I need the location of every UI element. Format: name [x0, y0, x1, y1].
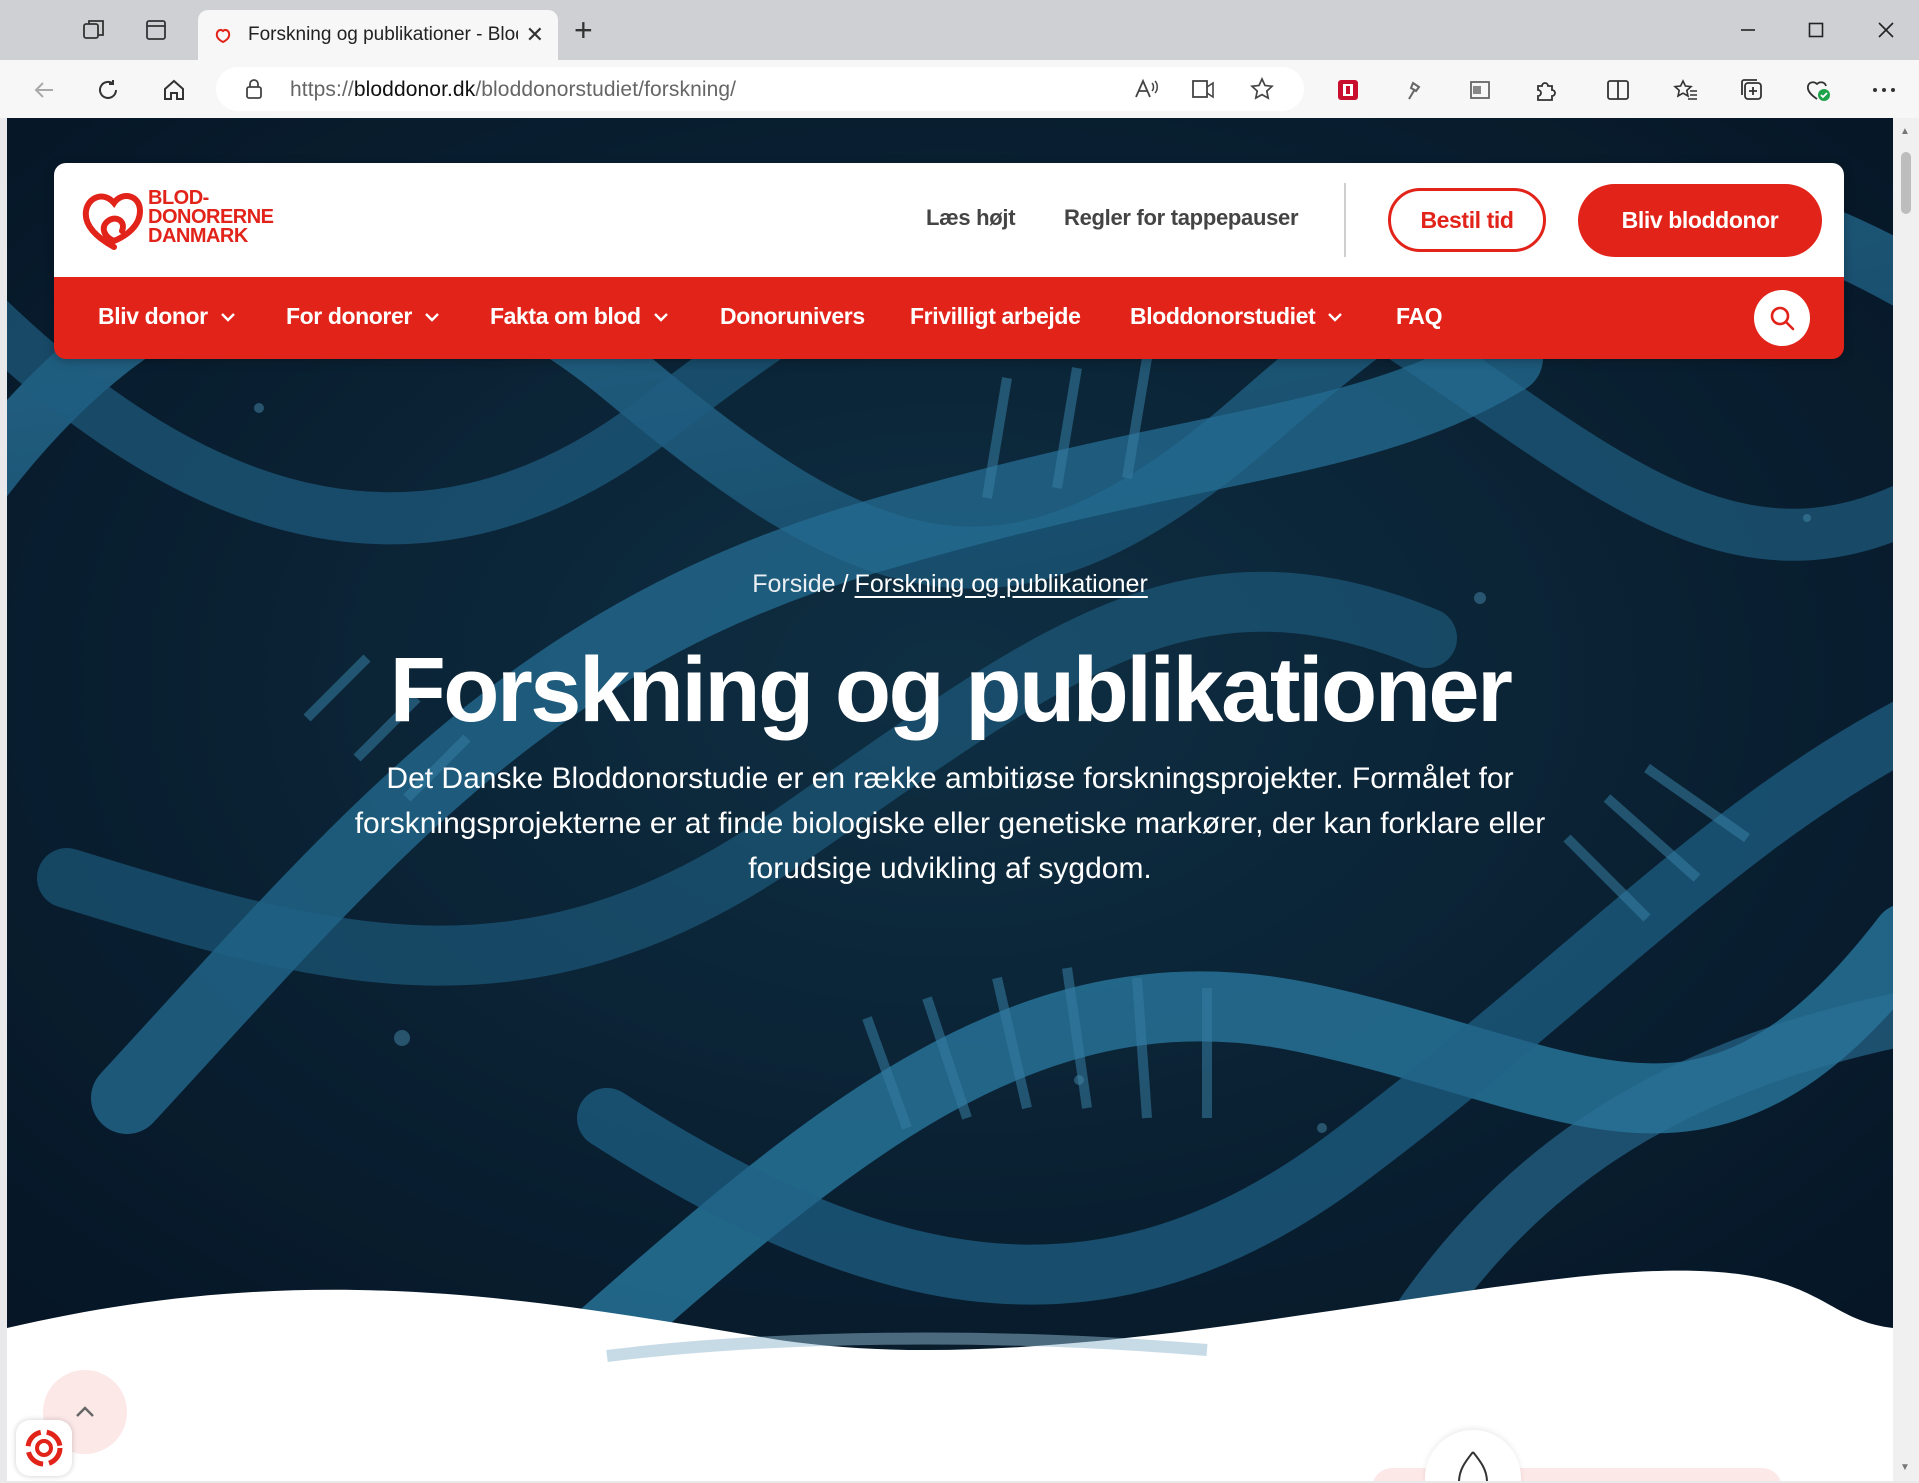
collections-icon[interactable]: [1734, 72, 1770, 108]
browser-toolbar: https://bloddonor.dk/bloddonorstudiet/fo…: [0, 60, 1919, 118]
cookie-settings-button[interactable]: [16, 1420, 72, 1476]
search-button[interactable]: [1754, 290, 1810, 346]
immersive-reader-icon[interactable]: [1188, 73, 1220, 105]
nav-item-fakta-om-blod[interactable]: Fakta om blod: [490, 303, 669, 330]
nav-item-bloddonorstudiet[interactable]: Bloddonorstudiet: [1130, 303, 1343, 330]
page-scrollbar[interactable]: ▲ ▼: [1893, 118, 1919, 1481]
tab-title: Forskning og publikationer - Blod: [248, 24, 518, 45]
read-aloud-link[interactable]: Læs højt: [926, 205, 1016, 231]
page-viewport: BLOD- DONORERNE DANMARK Læs højt Regler …: [7, 118, 1893, 1481]
browser-essentials-icon[interactable]: [1800, 72, 1836, 108]
url-text[interactable]: https://bloddonor.dk/bloddonorstudiet/fo…: [290, 78, 736, 102]
blood-drop-badge: [1425, 1430, 1521, 1481]
chevron-down-icon: [653, 312, 669, 322]
chevron-down-icon: [220, 312, 236, 322]
back-icon[interactable]: [26, 72, 62, 108]
scroll-down-arrow-icon[interactable]: ▼: [1900, 1462, 1910, 1473]
lock-icon[interactable]: [244, 77, 264, 106]
breadcrumb-current-link[interactable]: Forskning og publikationer: [855, 570, 1148, 598]
chevron-up-icon: [76, 1406, 94, 1417]
split-screen-icon[interactable]: [1600, 72, 1636, 108]
cookie-consent-icon: [25, 1429, 63, 1467]
search-icon: [1770, 306, 1795, 331]
site-favicon-icon: [212, 24, 234, 46]
reload-icon[interactable]: [90, 72, 126, 108]
chevron-down-icon: [1327, 312, 1343, 322]
new-tab-button[interactable]: +: [574, 14, 593, 46]
blood-drop-icon: [1458, 1451, 1488, 1481]
book-appointment-button[interactable]: Bestil tid: [1388, 188, 1546, 252]
hero-lead-text: Det Danske Bloddonorstudie er en række a…: [354, 762, 1546, 885]
nav-item-donorunivers[interactable]: Donorunivers: [720, 303, 865, 330]
minimize-button[interactable]: [1728, 14, 1768, 46]
extension-red-icon[interactable]: [1330, 72, 1366, 108]
close-window-button[interactable]: [1866, 14, 1906, 46]
chevron-down-icon: [424, 312, 440, 322]
nav-item-for-donorer[interactable]: For donorer: [286, 303, 440, 330]
read-aloud-icon[interactable]: [1130, 73, 1162, 105]
address-bar[interactable]: https://bloddonor.dk/bloddonorstudiet/fo…: [216, 67, 1304, 111]
main-nav: Bliv donor For donorer Fakta om blod Don…: [54, 277, 1844, 359]
home-icon[interactable]: [156, 72, 192, 108]
site-header: BLOD- DONORERNE DANMARK Læs højt Regler …: [54, 163, 1844, 359]
browser-titlebar: Forskning og publikationer - Blod ✕ +: [0, 0, 1919, 60]
browser-tab-active[interactable]: Forskning og publikationer - Blod ✕: [198, 10, 558, 60]
tab-actions-icon[interactable]: [140, 14, 172, 46]
header-divider: [1344, 183, 1346, 257]
logo-heart-icon: [82, 193, 144, 250]
favorite-star-icon[interactable]: [1246, 73, 1278, 105]
workspaces-icon[interactable]: [78, 14, 110, 46]
scrollbar-thumb[interactable]: [1901, 152, 1911, 214]
breadcrumb-home-link[interactable]: Forside: [752, 570, 835, 598]
tab-close-button[interactable]: ✕: [526, 22, 544, 48]
favorites-list-icon[interactable]: [1668, 72, 1704, 108]
site-logo[interactable]: BLOD- DONORERNE DANMARK: [82, 185, 282, 253]
more-options-icon[interactable]: [1866, 72, 1902, 108]
extension-tool-icon[interactable]: [1396, 72, 1432, 108]
nav-item-frivilligt-arbejde[interactable]: Frivilligt arbejde: [910, 303, 1081, 330]
extension-office-icon[interactable]: [1462, 72, 1498, 108]
maximize-button[interactable]: [1796, 14, 1836, 46]
logo-text: BLOD- DONORERNE DANMARK: [148, 187, 274, 247]
extensions-puzzle-icon[interactable]: [1528, 72, 1564, 108]
breadcrumb-separator: /: [841, 570, 849, 598]
nav-item-faq[interactable]: FAQ: [1396, 303, 1442, 330]
donation-pause-rules-link[interactable]: Regler for tappepauser: [1064, 205, 1299, 231]
scroll-up-arrow-icon[interactable]: ▲: [1900, 126, 1910, 137]
page-title: Forskning og publikationer: [389, 639, 1513, 741]
hero-section: BLOD- DONORERNE DANMARK Læs højt Regler …: [7, 118, 1893, 1368]
header-top-bar: BLOD- DONORERNE DANMARK Læs højt Regler …: [54, 163, 1844, 277]
nav-item-bliv-donor[interactable]: Bliv donor: [98, 303, 236, 330]
breadcrumb: Forside / Forskning og publikationer: [7, 570, 1893, 599]
become-donor-button[interactable]: Bliv bloddonor: [1578, 184, 1822, 257]
